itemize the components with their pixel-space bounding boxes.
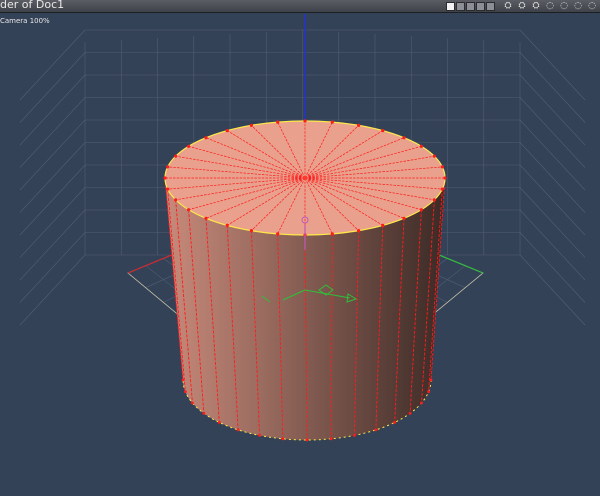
cylinder-top-vertex [174,154,178,158]
cylinder-bottom-vertex [420,401,423,405]
cylinder-bottom-vertex [217,421,221,424]
cylinder-top-vertex [330,120,334,124]
cylinder-top-vertex [440,187,444,191]
tool-icon-7[interactable]: ◌ [586,1,598,11]
cylinder-top-vertex [381,129,385,133]
window-title: der of Doc1 [0,0,65,11]
cylinder-top-vertex [402,216,406,220]
tool-icon-2[interactable]: ⛭ [516,1,528,11]
cylinder-bottom-vertex [393,421,397,424]
cylinder-top-vertex [174,198,178,202]
cylinder-bottom-vertex [305,438,309,442]
cylinder-bottom-vertex [374,428,378,432]
tool-icon-5[interactable]: ◌ [558,1,570,11]
cylinder-bottom-vertex [183,390,187,394]
cylinder-top-vertex [402,136,406,140]
single-view-button[interactable] [446,1,455,11]
cylinder-top-vertex [432,198,436,202]
scene-canvas[interactable] [0,13,600,496]
cylinder-bottom-vertex [281,437,285,441]
cylinder-top-vertex [225,223,229,227]
cylinder-top-vertex [249,229,254,233]
application-window: der of Doc1 ⛭ ⛭ ⛭ ◌ ◌ ◌ ◌ Camera 100% [0,0,600,496]
cylinder-bottom-vertex [202,411,206,415]
cylinder-top-vertex [356,123,361,127]
cylinder-bottom-vertex [236,428,240,432]
cylinder-bottom-vertex [258,434,261,437]
cylinder-top-vertex [276,120,280,124]
cylinder-top-center-vertex [302,175,308,181]
cylinder-top-vertex [432,154,436,158]
cylinder-top-vertex [249,123,254,127]
title-bar: der of Doc1 ⛭ ⛭ ⛭ ◌ ◌ ◌ ◌ [0,0,600,13]
cylinder-bottom-vertex [427,390,431,394]
cylinder-top-vertex [443,176,447,180]
cylinder-top-vertex [440,165,444,169]
cylinder-bottom-vertex [329,437,333,441]
cylinder-top-vertex [204,136,208,140]
tool-icon-1[interactable]: ⛭ [502,1,514,11]
cylinder-bottom-vertex [191,401,194,405]
cylinder-top-vertex [381,223,385,227]
cylinder-bottom-vertex [429,378,433,382]
view-toolbar: ⛭ ⛭ ⛭ ◌ ◌ ◌ ◌ [446,0,598,12]
cylinder-top-vertex [163,176,167,180]
cylinder-top-vertex [225,129,229,133]
cylinder-top-vertex [419,144,424,148]
tool-icon-3[interactable]: ⛭ [530,1,542,11]
cylinder-top-vertex [166,187,170,191]
cylinder-top-vertex [186,144,191,148]
cylinder-top-vertex [186,208,191,212]
cylinder-bottom-vertex [408,411,412,415]
cylinder-bottom-vertex [181,378,185,382]
cylinder-top-vertex [303,119,307,123]
cylinder-top-vertex [204,216,208,220]
cylinder-top-vertex [330,232,334,236]
cylinder-top-vertex [356,229,361,233]
tool-icon-6[interactable]: ◌ [572,1,584,11]
tool-icon-4[interactable]: ◌ [544,1,556,11]
quad-view-button[interactable] [466,1,475,11]
camera-zoom-label: Camera 100% [0,17,50,25]
cylinder-bottom-vertex [353,434,356,437]
cylinder-top-vertex [166,165,170,169]
three-up-view-button[interactable] [486,1,495,11]
3d-viewport[interactable] [0,13,600,496]
four-up-view-button[interactable] [476,1,485,11]
split-view-button[interactable] [456,1,465,11]
cylinder-top-vertex [276,232,280,236]
cylinder-top-vertex [419,208,424,212]
